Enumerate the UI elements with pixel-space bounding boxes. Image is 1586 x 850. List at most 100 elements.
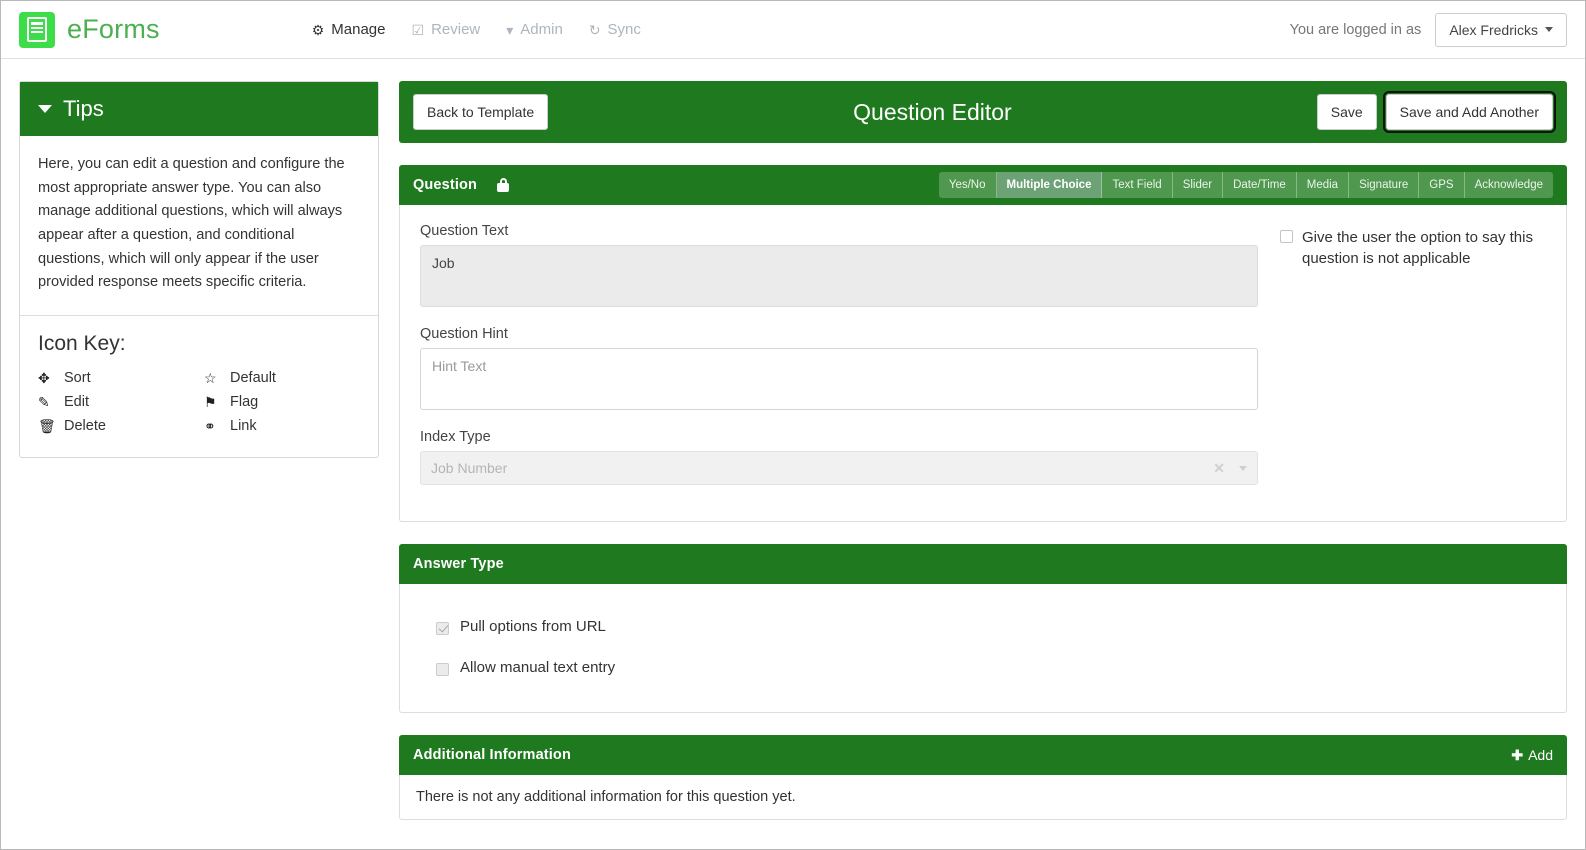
nav-item-sync[interactable]: ↻ Sync	[589, 21, 641, 38]
answer-type-panel-header: Answer Type	[399, 544, 1567, 584]
answer-type-tabs: Yes/No Multiple Choice Text Field Slider…	[938, 172, 1553, 198]
page-content: Tips Here, you can edit a question and c…	[1, 59, 1585, 842]
nav-label-manage: Manage	[331, 21, 386, 38]
tips-title: Tips	[63, 96, 104, 121]
answer-type-panel: Answer Type Pull options from URL Allow …	[399, 544, 1567, 713]
answer-type-panel-body: Pull options from URL Allow manual text …	[399, 584, 1567, 713]
allow-manual-text-entry-option[interactable]: Allow manual text entry	[436, 659, 1546, 676]
question-hint-input[interactable]	[420, 348, 1258, 410]
nav-item-review[interactable]: ☑ Review	[412, 21, 481, 38]
navbar-right: You are logged in as Alex Fredricks	[1289, 12, 1567, 47]
icon-key-title: Icon Key:	[38, 331, 126, 355]
logged-in-text: You are logged in as	[1289, 21, 1422, 38]
question-editor-toolbar: Back to Template Question Editor Save Sa…	[399, 81, 1567, 143]
trash-icon: 🗑	[38, 417, 56, 434]
tab-yes-no[interactable]: Yes/No	[938, 172, 997, 198]
allow-manual-text-entry-checkbox[interactable]	[436, 662, 449, 676]
additional-information-body: There is not any additional information …	[399, 775, 1567, 820]
add-label: Add	[1528, 747, 1553, 763]
question-panel-header: Question Yes/No Multiple Choice Text Fie…	[399, 165, 1567, 205]
link-chain-icon: ⚭	[204, 417, 216, 434]
icon-key-label-flag: Flag	[230, 394, 259, 411]
icon-key-label-sort: Sort	[64, 370, 91, 387]
nav-item-manage[interactable]: ⚙ Manage	[312, 21, 386, 38]
icon-key-section: Icon Key: ✥ Sort ☆ Default ✎ Edit ⚑ Flag…	[20, 316, 378, 457]
not-applicable-checkbox[interactable]	[1280, 230, 1293, 243]
icon-key-grid: ✥ Sort ☆ Default ✎ Edit ⚑ Flag 🗑 Delete …	[38, 370, 360, 435]
question-options: Give the user the option to say this que…	[1258, 223, 1546, 499]
tab-signature[interactable]: Signature	[1349, 172, 1420, 198]
additional-information-header: Additional Information ✚ Add	[399, 735, 1567, 775]
form-document-icon	[19, 11, 55, 48]
nav-item-admin[interactable]: ▾ Admin	[506, 21, 563, 38]
tab-text-field[interactable]: Text Field	[1102, 172, 1173, 198]
user-name: Alex Fredricks	[1449, 21, 1538, 38]
icon-key-label-delete: Delete	[64, 418, 106, 435]
question-text-label: Question Text	[420, 223, 509, 239]
brand-name: eForms	[67, 14, 160, 44]
nav-label-admin: Admin	[520, 21, 563, 38]
tab-multiple-choice[interactable]: Multiple Choice	[996, 172, 1103, 198]
user-menu-button[interactable]: Alex Fredricks	[1435, 12, 1567, 47]
toolbar-actions: Save Save and Add Another	[1316, 91, 1557, 133]
not-applicable-option[interactable]: Give the user the option to say this que…	[1280, 227, 1546, 269]
star-outline-icon: ☆	[204, 369, 217, 386]
main-navigation: ⚙ Manage ☑ Review ▾ Admin ↻ Sync	[312, 21, 641, 38]
nav-label-sync: Sync	[607, 21, 641, 38]
question-hint-group: Question Hint	[420, 326, 1258, 415]
tips-body-text: Here, you can edit a question and config…	[20, 136, 378, 316]
back-to-template-button[interactable]: Back to Template	[413, 94, 549, 130]
clear-x-icon[interactable]: ✕	[1213, 460, 1225, 477]
tips-panel: Tips Here, you can edit a question and c…	[19, 81, 379, 458]
allow-manual-text-entry-label: Allow manual text entry	[460, 659, 616, 676]
chevron-down-icon	[1545, 27, 1553, 32]
gear-icon: ⚙	[311, 21, 325, 38]
question-panel-body: Question Text Question Hint Index Type	[399, 205, 1567, 522]
checkbox-checked-icon: ☑	[411, 21, 425, 38]
save-and-add-another-button[interactable]: Save and Add Another	[1382, 91, 1557, 133]
top-navbar: eForms ⚙ Manage ☑ Review ▾ Admin ↻ Sync …	[1, 1, 1585, 59]
tab-acknowledge[interactable]: Acknowledge	[1464, 172, 1553, 198]
tab-gps[interactable]: GPS	[1419, 172, 1465, 198]
main-column: Back to Template Question Editor Save Sa…	[399, 81, 1567, 842]
tab-slider[interactable]: Slider	[1172, 172, 1224, 198]
app-window: eForms ⚙ Manage ☑ Review ▾ Admin ↻ Sync …	[0, 0, 1586, 850]
question-text-input[interactable]	[420, 245, 1258, 307]
caret-down-icon	[1239, 465, 1247, 471]
index-type-select[interactable]: Job Number ✕	[420, 451, 1258, 485]
caret-down-icon: ▾	[506, 21, 514, 38]
caret-down-icon	[38, 105, 52, 113]
question-hint-label: Question Hint	[420, 326, 508, 342]
question-text-group: Question Text	[420, 223, 1258, 312]
nav-label-review: Review	[431, 21, 481, 38]
refresh-icon: ↻	[588, 21, 601, 38]
flag-icon: ⚑	[204, 393, 217, 410]
answer-type-panel-title: Answer Type	[413, 556, 504, 572]
additional-information-empty-text: There is not any additional information …	[416, 789, 796, 805]
additional-information-title: Additional Information	[413, 747, 571, 763]
lock-closed-icon[interactable]	[497, 178, 510, 192]
pull-options-from-url-option[interactable]: Pull options from URL	[436, 618, 1546, 635]
index-type-group: Index Type Job Number ✕	[420, 429, 1258, 485]
question-panel-title: Question	[413, 177, 478, 193]
edit-pencil-icon: ✎	[38, 393, 50, 410]
plus-icon: ✚	[1511, 746, 1524, 763]
tips-panel-header[interactable]: Tips	[20, 82, 378, 136]
index-type-value: Job Number	[431, 460, 508, 476]
tab-date-time[interactable]: Date/Time	[1223, 172, 1297, 198]
additional-information-panel: Additional Information ✚ Add There is no…	[399, 735, 1567, 820]
pull-options-from-url-checkbox[interactable]	[436, 621, 449, 635]
question-form: Question Text Question Hint Index Type	[420, 223, 1258, 499]
page-title: Question Editor	[853, 98, 1012, 125]
brand[interactable]: eForms	[19, 11, 160, 48]
tab-media[interactable]: Media	[1296, 172, 1350, 198]
pull-options-from-url-label: Pull options from URL	[460, 618, 606, 635]
icon-key-label-default: Default	[230, 370, 276, 387]
save-button[interactable]: Save	[1316, 94, 1377, 130]
question-panel: Question Yes/No Multiple Choice Text Fie…	[399, 165, 1567, 522]
add-additional-information-button[interactable]: ✚ Add	[1511, 747, 1553, 764]
icon-key-label-edit: Edit	[64, 394, 89, 411]
index-type-label: Index Type	[420, 429, 491, 445]
not-applicable-label: Give the user the option to say this que…	[1302, 229, 1533, 267]
icon-key-label-link: Link	[230, 418, 257, 435]
